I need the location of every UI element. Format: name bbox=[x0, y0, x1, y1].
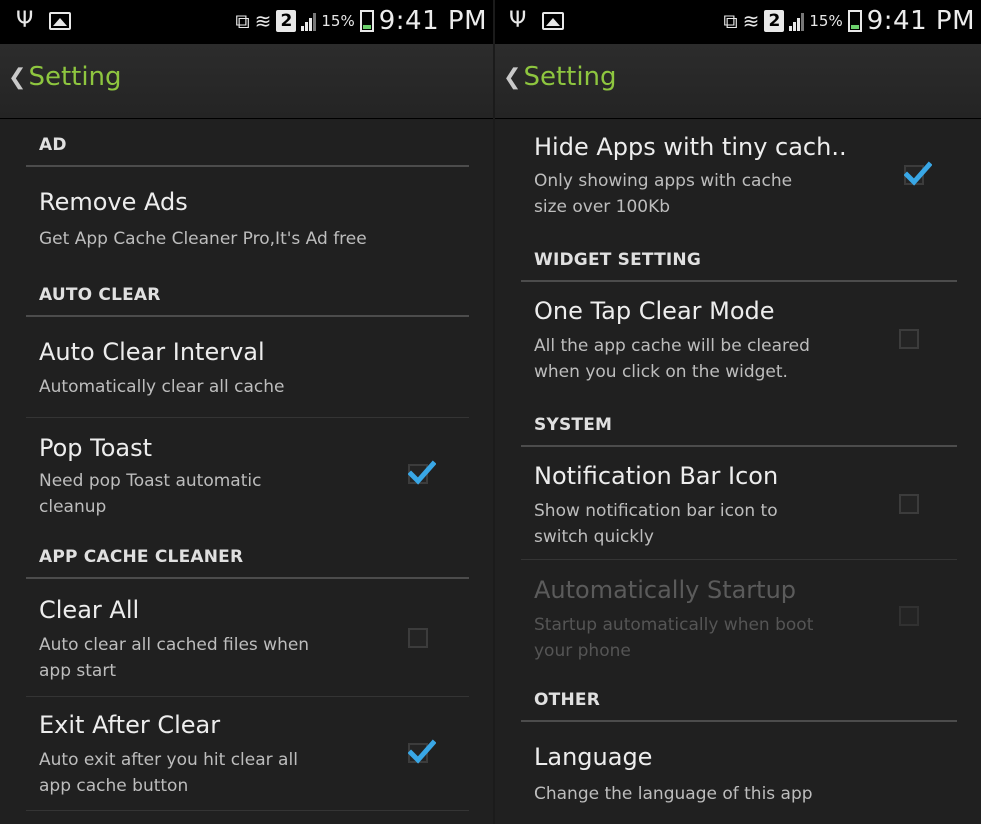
category-widget-setting: WIDGET SETTING bbox=[521, 234, 957, 282]
checkmark-icon bbox=[408, 460, 436, 485]
setting-title: Auto Clear Interval bbox=[39, 338, 265, 366]
setting-subtitle: Auto clear all cached files when bbox=[39, 635, 310, 655]
setting-title: Hide Apps with tiny cach.. bbox=[534, 133, 847, 161]
category-label: AUTO CLEAR bbox=[39, 285, 161, 305]
setting-remove-ads[interactable]: Remove Ads Get App Cache Cleaner Pro,It'… bbox=[26, 166, 469, 269]
back-button[interactable]: ❮ Setting bbox=[8, 62, 122, 92]
clear-all-checkbox[interactable] bbox=[408, 628, 428, 648]
setting-title: Language bbox=[534, 743, 653, 771]
checkmark-icon bbox=[904, 161, 932, 186]
chevron-left-icon: ❮ bbox=[503, 64, 522, 90]
setting-title: Notification Bar Icon bbox=[534, 462, 779, 490]
setting-title: Clear All bbox=[39, 596, 140, 624]
setting-subtitle: Change the language of this app bbox=[534, 784, 813, 804]
setting-subtitle: Need pop Toast automatic bbox=[39, 471, 262, 491]
sim-icon: 2 bbox=[276, 10, 297, 32]
notification-bar-checkbox[interactable] bbox=[899, 494, 919, 514]
setting-subtitle-line2: switch quickly bbox=[534, 527, 654, 547]
battery-icon bbox=[847, 10, 862, 32]
back-button[interactable]: ❮ Setting bbox=[503, 62, 617, 92]
mute-icon: ⧉ bbox=[235, 9, 250, 33]
setting-title: Pop Toast bbox=[39, 434, 153, 462]
setting-subtitle: Startup automatically when boot bbox=[534, 615, 814, 635]
setting-language[interactable]: Language Change the language of this app bbox=[521, 721, 957, 824]
setting-title: Exit After Clear bbox=[39, 711, 221, 739]
setting-notification-bar-icon[interactable]: Notification Bar Icon Show notification … bbox=[521, 446, 957, 560]
settings-list[interactable]: Hide Apps with tiny cach.. Only showing … bbox=[495, 119, 981, 824]
setting-subtitle: Get App Cache Cleaner Pro,It's Ad free bbox=[39, 229, 367, 249]
page-title: Setting bbox=[523, 62, 617, 92]
category-app-cache-cleaner: APP CACHE CLEANER bbox=[26, 531, 469, 579]
checkmark-icon bbox=[408, 739, 436, 764]
signal-icon bbox=[789, 11, 805, 31]
setting-one-tap-clear-mode[interactable]: One Tap Clear Mode All the app cache wil… bbox=[521, 281, 957, 398]
settings-list[interactable]: AD Remove Ads Get App Cache Cleaner Pro,… bbox=[0, 119, 493, 824]
setting-exit-after-clear[interactable]: Exit After Clear Auto exit after you hit… bbox=[26, 697, 469, 811]
setting-pop-toast[interactable]: Pop Toast Need pop Toast automatic clean… bbox=[26, 418, 469, 531]
setting-hide-apps[interactable]: Hide Apps with tiny cach.. Only showing … bbox=[521, 119, 957, 235]
one-tap-checkbox[interactable] bbox=[899, 329, 919, 349]
auto-startup-checkbox bbox=[899, 606, 919, 626]
pop-toast-checkbox[interactable] bbox=[408, 460, 436, 485]
settings-screen-left: Ψ ⧉ ≋ 2 15% 9:41 PM ❮ Setting AD Remove … bbox=[0, 0, 493, 824]
action-bar: ❮ Setting bbox=[495, 44, 981, 119]
setting-subtitle-line2: cleanup bbox=[39, 497, 107, 517]
category-label: OTHER bbox=[534, 690, 600, 710]
battery-percent: 15% bbox=[321, 12, 355, 30]
status-bar: Ψ ⧉ ≋ 2 15% 9:41 PM bbox=[495, 0, 981, 44]
setting-subtitle: Only showing apps with cache bbox=[534, 171, 793, 191]
battery-icon bbox=[359, 10, 374, 32]
setting-subtitle: Automatically clear all cache bbox=[39, 377, 285, 397]
setting-title: One Tap Clear Mode bbox=[534, 297, 775, 325]
wifi-icon: ≋ bbox=[254, 9, 272, 33]
setting-auto-clear-interval[interactable]: Auto Clear Interval Automatically clear … bbox=[26, 316, 469, 418]
setting-subtitle-line2: size over 100Kb bbox=[534, 197, 671, 217]
setting-subtitle: Show notification bar icon to bbox=[534, 501, 778, 521]
category-label: SYSTEM bbox=[534, 415, 613, 435]
setting-title: Automatically Startup bbox=[534, 576, 797, 604]
setting-title: Remove Ads bbox=[39, 188, 188, 216]
mute-icon: ⧉ bbox=[723, 9, 738, 33]
setting-clear-all[interactable]: Clear All Auto clear all cached files wh… bbox=[26, 578, 469, 697]
sim-icon: 2 bbox=[764, 10, 785, 32]
clock: 9:41 PM bbox=[378, 6, 487, 36]
picture-icon bbox=[49, 12, 72, 30]
usb-icon: Ψ bbox=[509, 8, 527, 33]
picture-icon bbox=[542, 12, 565, 30]
setting-subtitle-line2: when you click on the widget. bbox=[534, 362, 788, 382]
setting-subtitle-line2: app cache button bbox=[39, 776, 189, 796]
setting-subtitle-line2: your phone bbox=[534, 641, 631, 661]
battery-percent: 15% bbox=[809, 12, 843, 30]
chevron-left-icon: ❮ bbox=[8, 64, 27, 90]
setting-subtitle: All the app cache will be cleared bbox=[534, 336, 810, 356]
category-other: OTHER bbox=[521, 674, 957, 722]
usb-icon: Ψ bbox=[16, 8, 34, 33]
category-system: SYSTEM bbox=[521, 399, 957, 447]
category-label: APP CACHE CLEANER bbox=[39, 547, 244, 567]
exit-after-clear-checkbox[interactable] bbox=[408, 739, 436, 764]
category-label: AD bbox=[39, 135, 67, 155]
wifi-icon: ≋ bbox=[742, 9, 760, 33]
signal-icon bbox=[301, 11, 317, 31]
hide-apps-checkbox[interactable] bbox=[904, 161, 932, 186]
category-label: WIDGET SETTING bbox=[534, 250, 702, 270]
settings-screen-right: Ψ ⧉ ≋ 2 15% 9:41 PM ❮ Setting Hide Apps … bbox=[495, 0, 981, 824]
setting-subtitle: Auto exit after you hit clear all bbox=[39, 750, 298, 770]
category-ad: AD bbox=[26, 119, 469, 167]
setting-automatically-startup: Automatically Startup Startup automatica… bbox=[521, 560, 957, 674]
action-bar: ❮ Setting bbox=[0, 44, 493, 119]
status-bar: Ψ ⧉ ≋ 2 15% 9:41 PM bbox=[0, 0, 493, 44]
page-title: Setting bbox=[28, 62, 122, 92]
setting-subtitle-line2: app start bbox=[39, 661, 116, 681]
clock: 9:41 PM bbox=[866, 6, 975, 36]
category-auto-clear: AUTO CLEAR bbox=[26, 269, 469, 317]
